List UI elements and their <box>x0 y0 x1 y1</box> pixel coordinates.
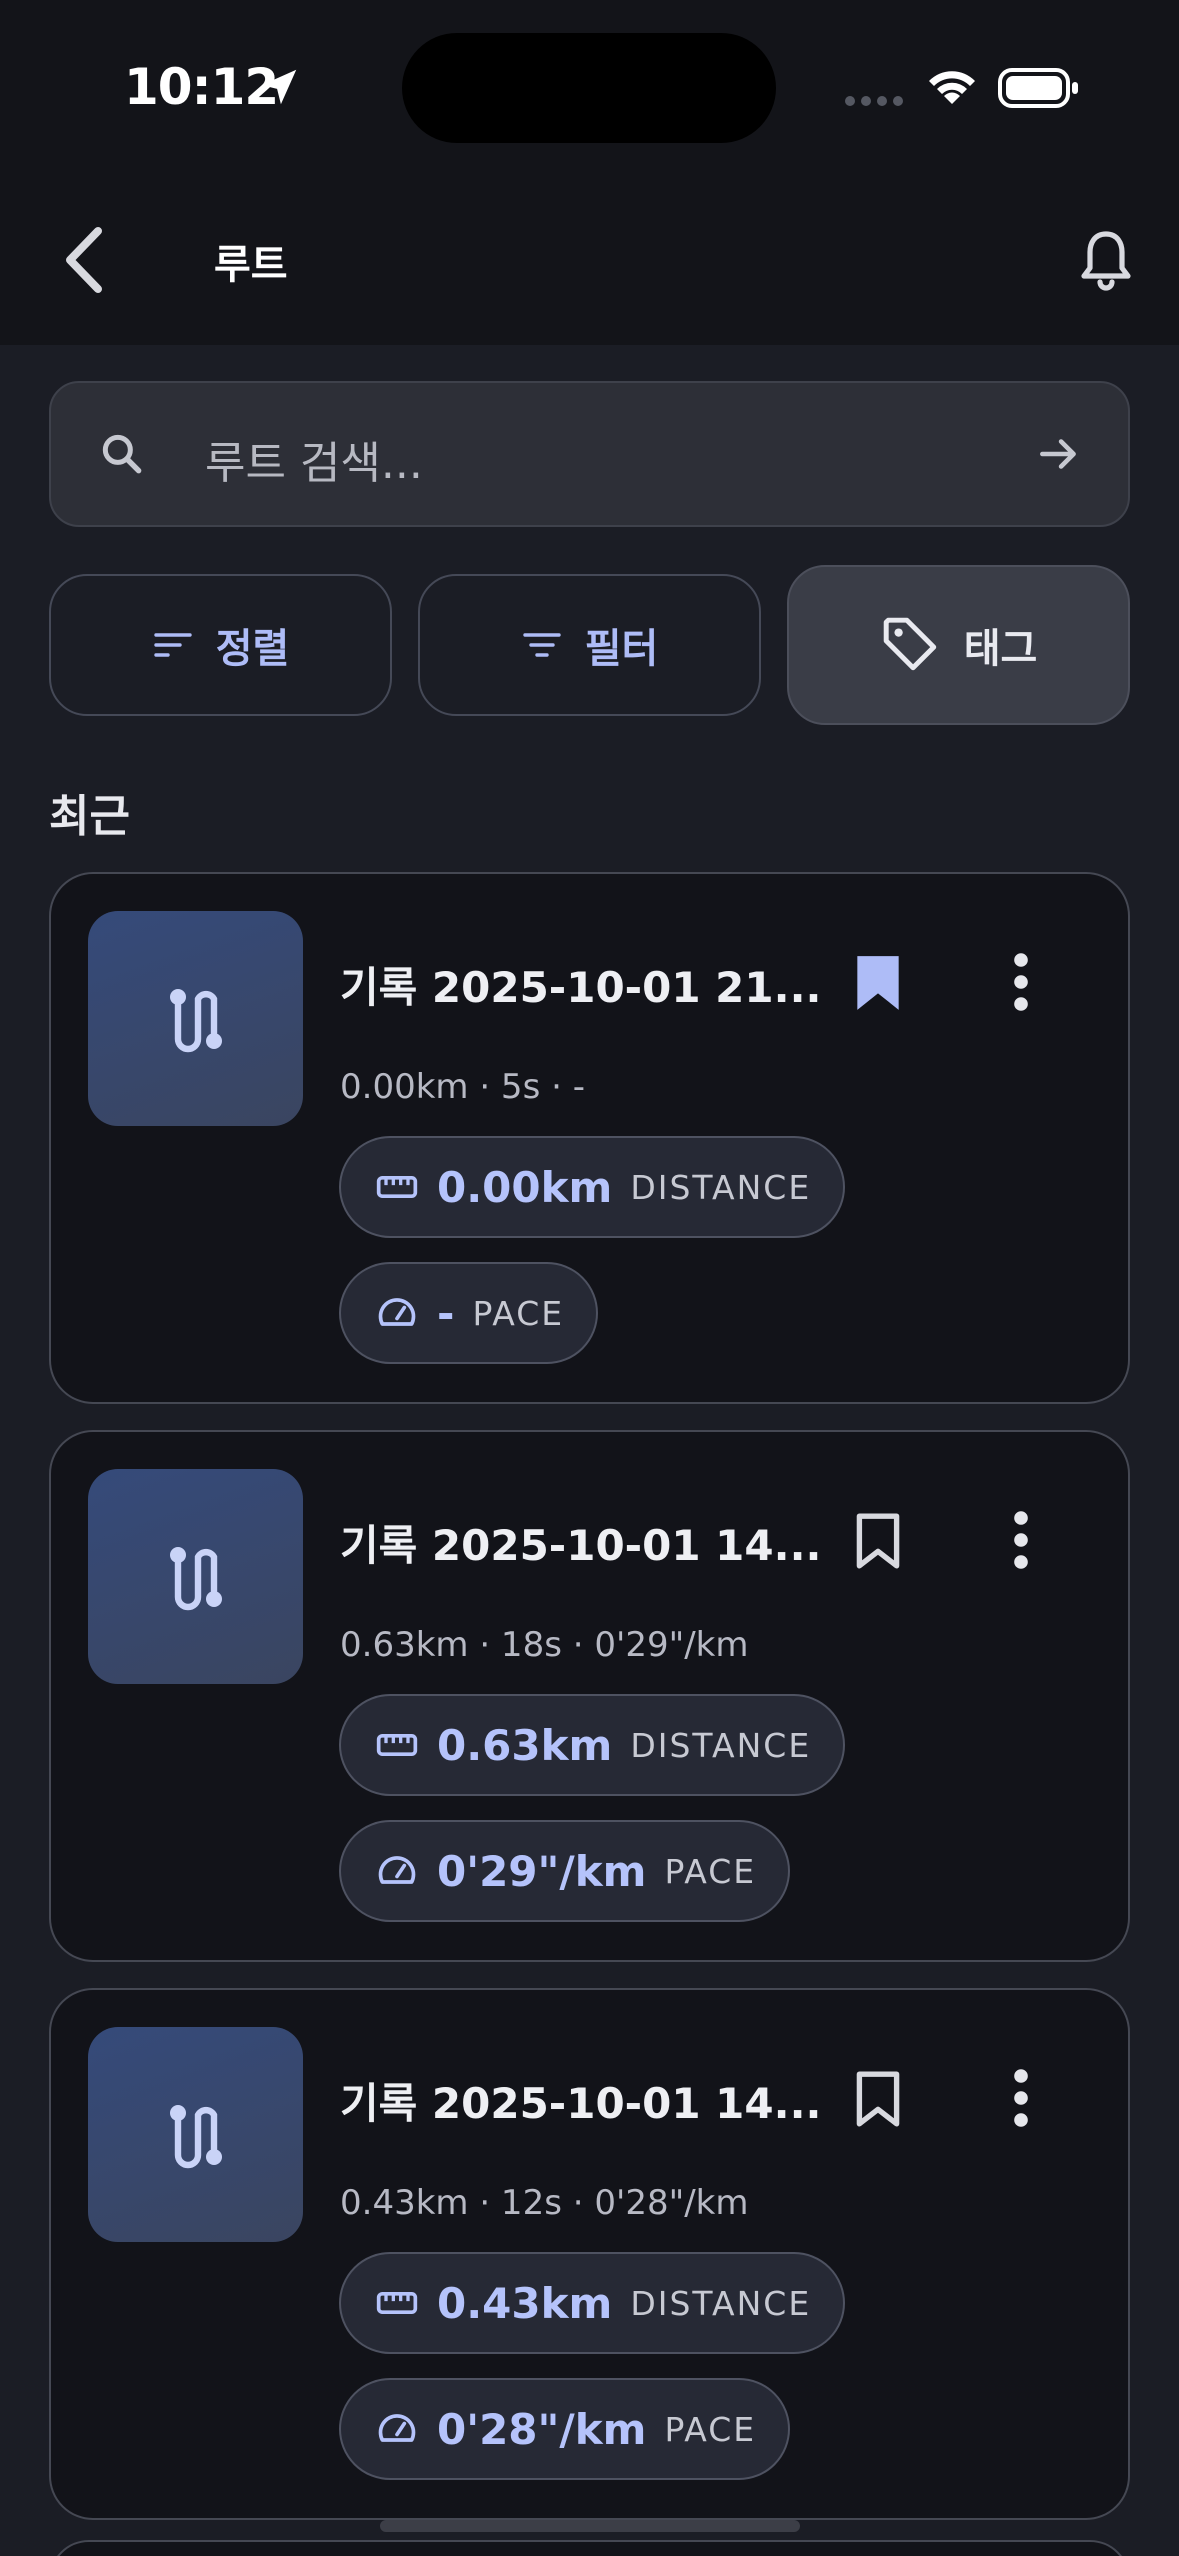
pace-value: 0'28"/km <box>437 2404 647 2454</box>
route-card[interactable]: 기록 2025-10-01 14... 0.63km · 18s · 0'29"… <box>49 1430 1130 1962</box>
route-title: 기록 2025-10-01 14... <box>340 1521 822 1570</box>
speedometer-icon <box>378 1856 416 1884</box>
pace-label: PACE <box>664 1851 757 1891</box>
distance-pill: 0.63km DISTANCE <box>339 1694 846 1796</box>
route-card[interactable]: 기록 2025-10-01 21... 0.00km · 5s · - 0.00… <box>49 872 1130 1404</box>
home-indicator[interactable] <box>380 2520 800 2532</box>
page-title: 루트 <box>214 242 288 288</box>
route-card[interactable]: 기록 2025-10-01 14... 0.43km · 12s · 0'28"… <box>49 1988 1130 2520</box>
sort-icon <box>153 633 192 657</box>
more-vertical-icon[interactable] <box>1009 2068 1033 2128</box>
route-title: 기록 2025-10-01 21... <box>340 963 822 1012</box>
distance-pill: 0.43km DISTANCE <box>339 2252 846 2354</box>
ruler-icon <box>376 1176 418 1198</box>
bookmark-outline-icon[interactable] <box>853 2068 903 2130</box>
sort-chip-label: 정렬 <box>215 626 290 672</box>
distance-label: DISTANCE <box>630 1725 812 1765</box>
route-summary: 0.00km · 5s · - <box>340 1067 585 1107</box>
search-icon <box>102 434 142 474</box>
search-bar[interactable]: 루트 검색... <box>49 381 1130 527</box>
bookmark-filled-icon[interactable] <box>853 952 903 1014</box>
location-arrow-icon <box>261 69 297 105</box>
wifi-icon <box>929 71 975 104</box>
more-vertical-icon[interactable] <box>1009 952 1033 1012</box>
back-button[interactable] <box>58 225 110 295</box>
distance-label: DISTANCE <box>630 1167 812 1207</box>
pace-label: PACE <box>472 1293 565 1333</box>
pace-value: - <box>437 1288 455 1338</box>
arrow-right-icon[interactable] <box>1034 429 1084 479</box>
pace-pill: - PACE <box>339 1262 599 1364</box>
distance-value: 0.00km <box>437 1162 613 1212</box>
pace-value: 0'29"/km <box>437 1846 647 1896</box>
distance-value: 0.43km <box>437 2278 613 2328</box>
pace-label: PACE <box>664 2409 757 2449</box>
speedometer-icon <box>378 1298 416 1326</box>
tag-chip[interactable]: 태그 <box>787 565 1130 725</box>
route-thumbnail <box>88 1469 303 1684</box>
route-summary: 0.43km · 12s · 0'28"/km <box>340 2183 749 2223</box>
route-icon <box>170 1547 222 1611</box>
sort-chip[interactable]: 정렬 <box>49 574 392 716</box>
distance-label: DISTANCE <box>630 2283 812 2323</box>
route-thumbnail <box>88 2027 303 2242</box>
pace-pill: 0'28"/km PACE <box>339 2378 791 2480</box>
tag-icon <box>883 617 936 671</box>
route-title: 기록 2025-10-01 14... <box>340 2079 822 2128</box>
top-app-bar: 10:12 루트 <box>0 0 1179 345</box>
pace-pill: 0'29"/km PACE <box>339 1820 791 1922</box>
dynamic-island <box>402 33 776 143</box>
tag-chip-label: 태그 <box>963 626 1038 672</box>
route-card-partial[interactable] <box>49 2540 1130 2556</box>
speedometer-icon <box>378 2414 416 2442</box>
filter-chip[interactable]: 필터 <box>418 574 761 716</box>
route-summary: 0.63km · 18s · 0'29"/km <box>340 1625 749 1665</box>
section-title-recent: 최근 <box>49 791 130 842</box>
ruler-icon <box>376 2292 418 2314</box>
route-thumbnail <box>88 911 303 1126</box>
cellular-signal-icon <box>845 96 903 106</box>
distance-value: 0.63km <box>437 1720 613 1770</box>
more-vertical-icon[interactable] <box>1009 1510 1033 1570</box>
notification-bell-icon[interactable] <box>1078 228 1134 292</box>
ruler-icon <box>376 1734 418 1756</box>
bookmark-outline-icon[interactable] <box>853 1510 903 1572</box>
filter-icon <box>522 633 561 657</box>
route-icon <box>170 989 222 1053</box>
route-icon <box>170 2105 222 2169</box>
distance-pill: 0.00km DISTANCE <box>339 1136 846 1238</box>
filter-chip-label: 필터 <box>584 626 659 672</box>
search-input[interactable]: 루트 검색... <box>205 427 423 491</box>
battery-icon <box>998 68 1078 108</box>
